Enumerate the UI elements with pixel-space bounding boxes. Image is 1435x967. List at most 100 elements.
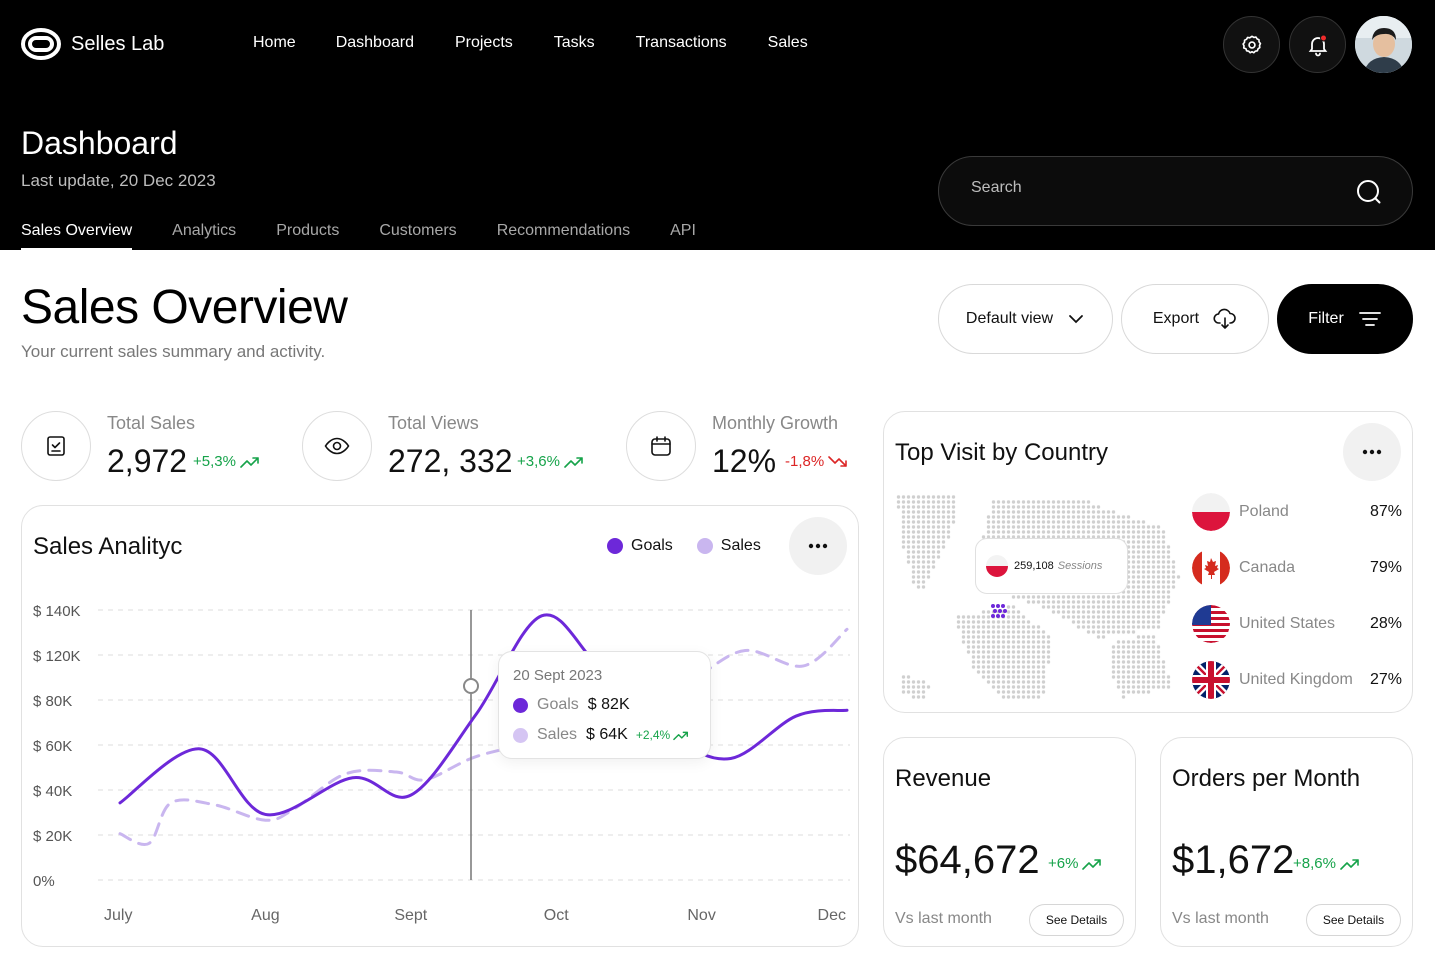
map-dot <box>931 545 936 549</box>
map-dot <box>1151 550 1156 554</box>
map-dot <box>986 660 991 664</box>
nav-tasks[interactable]: Tasks <box>554 34 595 52</box>
orders-title: Orders per Month <box>1172 765 1361 792</box>
nav-transactions[interactable]: Transactions <box>636 34 727 52</box>
map-dot <box>1151 670 1156 674</box>
map-dot <box>1171 565 1176 569</box>
map-dot <box>1161 580 1166 584</box>
map-dot <box>1056 505 1061 509</box>
search-icon[interactable] <box>1356 179 1382 205</box>
map-dot <box>1006 510 1011 514</box>
tab-recommendations[interactable]: Recommendations <box>497 222 630 249</box>
map-dot <box>1161 530 1166 534</box>
map-dot <box>1156 540 1161 544</box>
map-dot <box>1161 545 1166 549</box>
map-dot <box>1001 625 1006 629</box>
revenue-see-details-button[interactable]: See Details <box>1029 904 1124 936</box>
map-dot <box>961 615 966 619</box>
map-dot <box>1086 510 1091 514</box>
map-dot <box>1036 595 1041 599</box>
map-dot <box>996 500 1001 504</box>
map-dot <box>1156 530 1161 534</box>
map-dot <box>1051 595 1056 599</box>
map-dot <box>1071 505 1076 509</box>
settings-button[interactable] <box>1223 16 1280 73</box>
map-dot <box>1156 675 1161 679</box>
map-dot <box>1131 675 1136 679</box>
legend-sales-dot <box>696 538 713 554</box>
map-dot <box>1086 515 1091 519</box>
country-row-united-states[interactable]: United States 28% <box>1192 605 1402 643</box>
map-dot <box>1116 645 1121 649</box>
nav-sales[interactable]: Sales <box>768 34 808 52</box>
map-dot <box>926 505 931 509</box>
orders-compare: Vs last month <box>1172 910 1269 927</box>
map-dot <box>1111 605 1116 609</box>
map-dot <box>1021 515 1026 519</box>
map-dot <box>1011 640 1016 644</box>
tab-products[interactable]: Products <box>276 222 339 249</box>
map-dot <box>1151 655 1156 659</box>
map-dot <box>941 545 946 549</box>
world-dot-map[interactable] <box>893 488 1183 703</box>
map-dot <box>1106 515 1111 519</box>
map-dot <box>1096 510 1101 514</box>
orders-see-details-button[interactable]: See Details <box>1306 904 1401 936</box>
export-button[interactable]: Export <box>1121 284 1269 354</box>
map-dot <box>1141 555 1146 559</box>
tab-analytics[interactable]: Analytics <box>172 222 236 249</box>
map-dot <box>1096 600 1101 604</box>
map-dot <box>1131 680 1136 684</box>
y-axis-tick-label: 0% <box>33 873 55 890</box>
map-dot <box>1021 670 1026 674</box>
poland-flag-icon <box>1192 493 1230 531</box>
tab-api[interactable]: API <box>670 222 696 249</box>
map-dot <box>1071 620 1076 624</box>
map-dot <box>1001 515 1006 519</box>
map-dot <box>976 650 981 654</box>
filter-button[interactable]: Filter <box>1277 284 1413 354</box>
map-dot <box>921 505 926 509</box>
tab-customers[interactable]: Customers <box>379 222 456 249</box>
nav-home[interactable]: Home <box>253 34 296 52</box>
map-dot <box>1056 530 1061 534</box>
notifications-button[interactable] <box>1289 16 1346 73</box>
map-dot <box>1021 520 1026 524</box>
map-dot <box>1121 615 1126 619</box>
map-dot <box>1106 630 1111 634</box>
map-dot <box>936 510 941 514</box>
country-row-united-kingdom[interactable]: United Kingdom 27% <box>1192 661 1402 699</box>
country-row-poland[interactable]: Poland 87% <box>1192 493 1402 531</box>
map-dot <box>1146 625 1151 629</box>
map-dot <box>926 525 931 529</box>
map-dot <box>1141 685 1146 689</box>
map-dot <box>1011 645 1016 649</box>
sales-line-chart[interactable]: $ 140K $ 120K $ 80K $ 60K $ 40K $ 20K 0% July Au… <box>22 590 852 930</box>
country-row-canada[interactable]: Canada 79% <box>1192 549 1402 587</box>
map-dot <box>1131 625 1136 629</box>
tab-sales-overview[interactable]: Sales Overview <box>21 222 133 251</box>
nav-dashboard[interactable]: Dashboard <box>336 34 414 52</box>
map-dot <box>1121 530 1126 534</box>
map-dot <box>1096 625 1101 629</box>
map-dot <box>1111 645 1116 649</box>
map-dot <box>921 515 926 519</box>
nav-projects[interactable]: Projects <box>455 34 513 52</box>
default-view-dropdown[interactable]: Default view <box>938 284 1113 354</box>
map-dot <box>1021 620 1026 624</box>
map-dot <box>1091 530 1096 534</box>
search-input[interactable] <box>971 179 1331 197</box>
map-dot <box>1136 670 1141 674</box>
user-avatar[interactable] <box>1355 16 1412 73</box>
country-more-button[interactable] <box>1343 423 1401 481</box>
map-dot <box>1141 625 1146 629</box>
map-dot <box>1141 570 1146 574</box>
map-dot <box>996 505 1001 509</box>
section-subtitle: Your current sales summary and activity. <box>21 342 326 361</box>
map-dot <box>1156 565 1161 569</box>
map-dot <box>1111 625 1116 629</box>
brand-logo[interactable]: Selles Lab <box>21 28 164 60</box>
sales-chart-more-button[interactable] <box>789 517 847 575</box>
map-dot <box>986 635 991 639</box>
map-dot <box>1021 680 1026 684</box>
